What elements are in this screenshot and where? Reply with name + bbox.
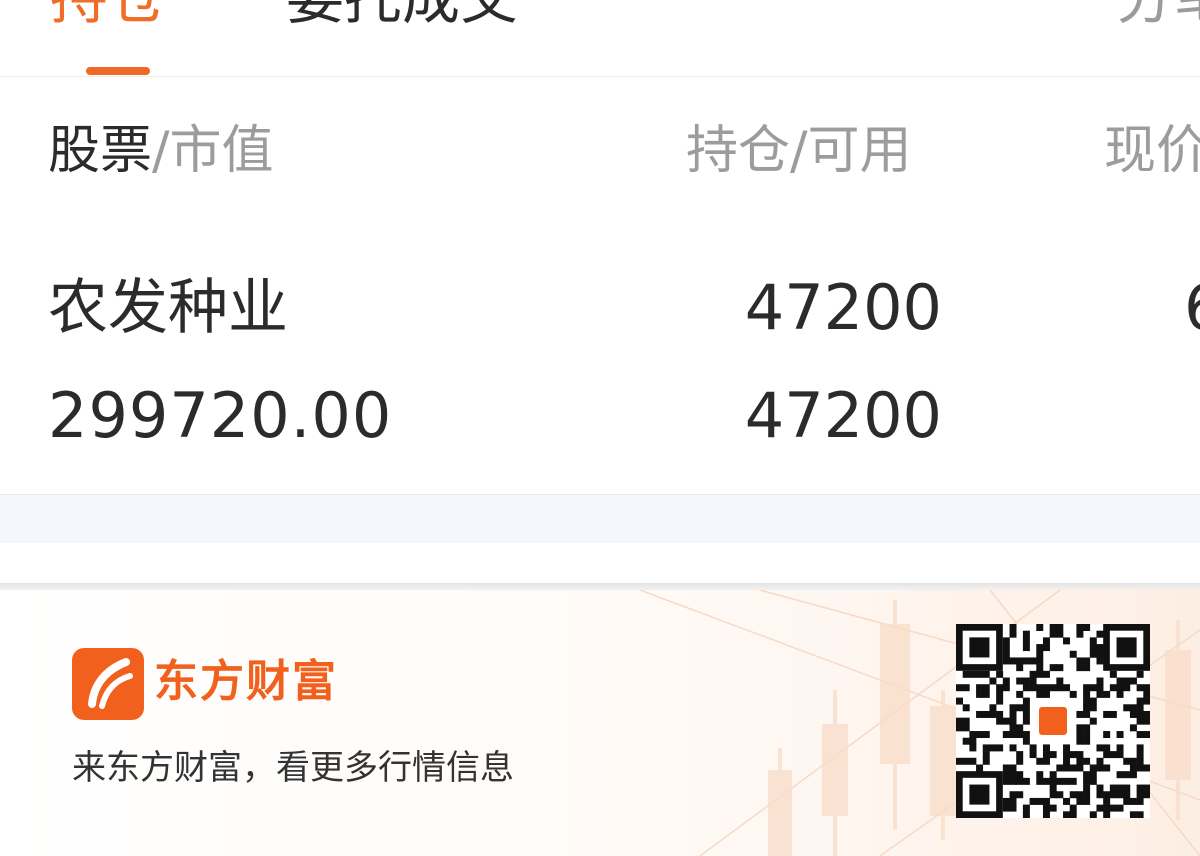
- section-bottom: [0, 543, 1200, 583]
- market-value: 299720.00: [48, 379, 393, 452]
- column-header-position: 持仓/可用: [686, 121, 912, 181]
- qr-code: [956, 624, 1151, 819]
- tab-bar: 持仓 委托成交 分笔: [0, 0, 1200, 77]
- qr-center-logo-icon: [1036, 704, 1070, 738]
- available-qty: 47200: [744, 379, 942, 452]
- stock-name: 农发种业: [48, 273, 288, 343]
- current-price: 6: [1184, 270, 1200, 346]
- tab-positions[interactable]: 持仓: [50, 0, 166, 36]
- position-qty: 47200: [744, 271, 942, 344]
- section-spacer: [0, 495, 1200, 543]
- tab-more[interactable]: 分笔: [1116, 0, 1200, 36]
- column-header-price: 现价: [1104, 121, 1200, 181]
- column-header-market-value-label: /市值: [152, 121, 274, 181]
- eastmoney-logo-icon: [72, 648, 144, 720]
- share-banner: 东方财富 来东方财富，看更多行情信息: [0, 590, 1200, 856]
- banner-slogan: 来东方财富，看更多行情信息: [72, 748, 514, 788]
- tab-orders[interactable]: 委托成交: [286, 0, 518, 36]
- column-header-stock-label: 股票: [48, 121, 153, 181]
- position-page: 持仓 委托成交 分笔 股票/市值 持仓/可用 现价 农发种业 299720.00…: [0, 0, 1200, 856]
- active-tab-indicator: [86, 67, 150, 75]
- brand-name: 东方财富: [154, 656, 338, 707]
- column-header-stock: 股票/市值: [48, 118, 274, 184]
